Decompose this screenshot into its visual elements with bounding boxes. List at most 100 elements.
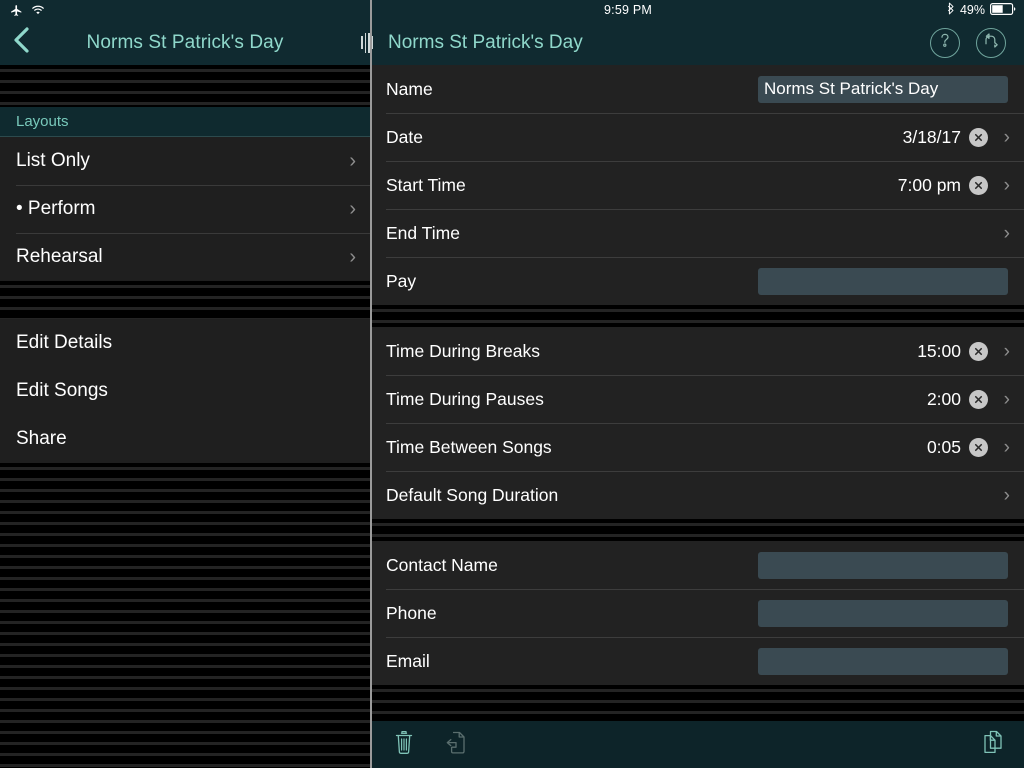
status-bar-clock: 9:59 PM [604,3,652,17]
bluetooth-icon [947,2,955,18]
field-label: Start Time [386,174,466,195]
sidebar-item-perform[interactable]: • Perform › [0,185,370,233]
delete-button[interactable] [392,729,416,761]
form-row-time-during-breaks[interactable]: Time During Breaks 15:00 › [372,327,1024,375]
form-row-date[interactable]: Date 3/18/17 › [372,113,1024,161]
field-label: Name [386,78,433,99]
form-row-time-between-songs[interactable]: Time Between Songs 0:05 › [372,423,1024,471]
sidebar-item-edit-details[interactable]: Edit Details [0,319,370,367]
field-label: Time During Pauses [386,388,544,409]
sidebar-strip-top [0,65,370,107]
trash-icon [392,729,416,761]
toolbar-left-group [392,729,468,761]
airplane-icon [10,4,23,17]
field-value: 3/18/17 [902,126,961,147]
detail-title: Norms St Patrick's Day [388,31,583,53]
sidebar-section-header-layouts: Layouts [0,107,370,137]
duplicate-documents-icon [980,728,1006,761]
sidebar-item-label: Edit Songs [16,380,108,401]
status-bar-right: 9:59 PM 49% [372,0,1024,20]
question-mark-icon [937,31,953,54]
field-value: 0:05 [926,436,961,457]
move-button [442,729,468,761]
app-root: Norms St Patrick's Day Layouts List Only… [0,0,1024,768]
detail-form: Name Date 3/18/17 › Start Time 7:00 pm [372,65,1024,720]
back-button[interactable] [0,20,42,65]
field-value: 2:00 [926,388,961,409]
field-label: End Time [386,222,460,243]
form-row-contact-name[interactable]: Contact Name [372,541,1024,589]
chevron-right-icon: › [1003,174,1010,196]
sidebar-strip-middle [0,281,370,319]
field-label: Default Song Duration [386,484,559,505]
duplicate-button[interactable] [980,728,1006,761]
back-chevron-icon [11,26,31,59]
field-value: 15:00 [917,340,961,361]
chevron-right-icon: › [1003,222,1010,244]
form-row-start-time[interactable]: Start Time 7:00 pm › [372,161,1024,209]
contact-name-input[interactable] [758,551,1008,579]
sidebar-title: Norms St Patrick's Day [86,31,284,53]
drag-bar [364,32,366,53]
sidebar-item-label: Rehearsal [16,246,103,267]
form-group-timing-settings: Time During Breaks 15:00 › Time During P… [372,327,1024,519]
sidebar-item-list-only[interactable]: List Only › [0,137,370,185]
sidebar-item-label: List Only [16,150,90,171]
battery-icon [990,2,1016,18]
form-row-pay[interactable]: Pay [372,257,1024,305]
pay-input[interactable] [758,267,1008,295]
form-row-phone[interactable]: Phone [372,589,1024,637]
sidebar-item-label: Share [16,428,67,449]
field-label: Time During Breaks [386,340,540,361]
status-bar-indicators: 49% [947,2,1016,18]
form-row-name[interactable]: Name [372,65,1024,113]
form-row-time-during-pauses[interactable]: Time During Pauses 2:00 › [372,375,1024,423]
chevron-right-icon: › [1003,340,1010,362]
chevron-right-icon: › [349,150,356,172]
clear-time-between-songs-button[interactable] [969,437,988,457]
field-label: Email [386,650,430,671]
field-label: Contact Name [386,554,498,575]
detail-navbar: Norms St Patrick's Day [361,20,1024,65]
chevron-right-icon: › [1003,388,1010,410]
sidebar-item-rehearsal[interactable]: Rehearsal › [0,233,370,281]
split-view-divider[interactable] [370,0,372,768]
name-input[interactable] [758,75,1008,103]
clear-time-during-breaks-button[interactable] [969,341,988,361]
sidebar-strip-bottom [0,463,370,768]
sidebar-navbar: Norms St Patrick's Day [0,20,370,65]
phone-input[interactable] [758,599,1008,627]
sync-button[interactable] [976,27,1006,58]
chevron-right-icon: › [349,246,356,268]
chevron-right-icon: › [1003,436,1010,458]
email-input[interactable] [758,647,1008,675]
split-drag-handle[interactable] [354,32,380,53]
form-row-end-time[interactable]: End Time › [372,209,1024,257]
form-row-default-song-duration[interactable]: Default Song Duration › [372,471,1024,519]
sidebar-item-share[interactable]: Share [0,415,370,463]
sidebar-body: Layouts List Only › • Perform › Rehearsa… [0,65,370,768]
field-value: 7:00 pm [897,174,961,195]
form-row-email[interactable]: Email [372,637,1024,685]
drag-bar [361,36,363,49]
field-label: Time Between Songs [386,436,552,457]
field-label: Phone [386,602,437,623]
clear-date-button[interactable] [969,127,988,147]
form-group-event-info: Name Date 3/18/17 › Start Time 7:00 pm [372,65,1024,305]
sidebar-item-edit-songs[interactable]: Edit Songs [0,367,370,415]
sidebar-item-label: • Perform [16,198,96,219]
form-section-separator [372,305,1024,327]
sidebar-item-label: Edit Details [16,332,113,353]
sidebar-actions-group: Edit Details Edit Songs Share [0,319,370,463]
field-label: Date [386,126,423,147]
clear-start-time-button[interactable] [969,175,988,195]
chevron-right-icon: › [349,198,356,220]
sidebar-pane: Norms St Patrick's Day Layouts List Only… [0,0,370,768]
field-label: Pay [386,270,417,291]
form-bottom-filler [372,685,1024,720]
detail-nav-actions [930,27,1006,58]
help-button[interactable] [930,27,960,58]
bottom-toolbar [372,720,1024,768]
clear-time-during-pauses-button[interactable] [969,389,988,409]
wifi-icon [31,5,45,16]
